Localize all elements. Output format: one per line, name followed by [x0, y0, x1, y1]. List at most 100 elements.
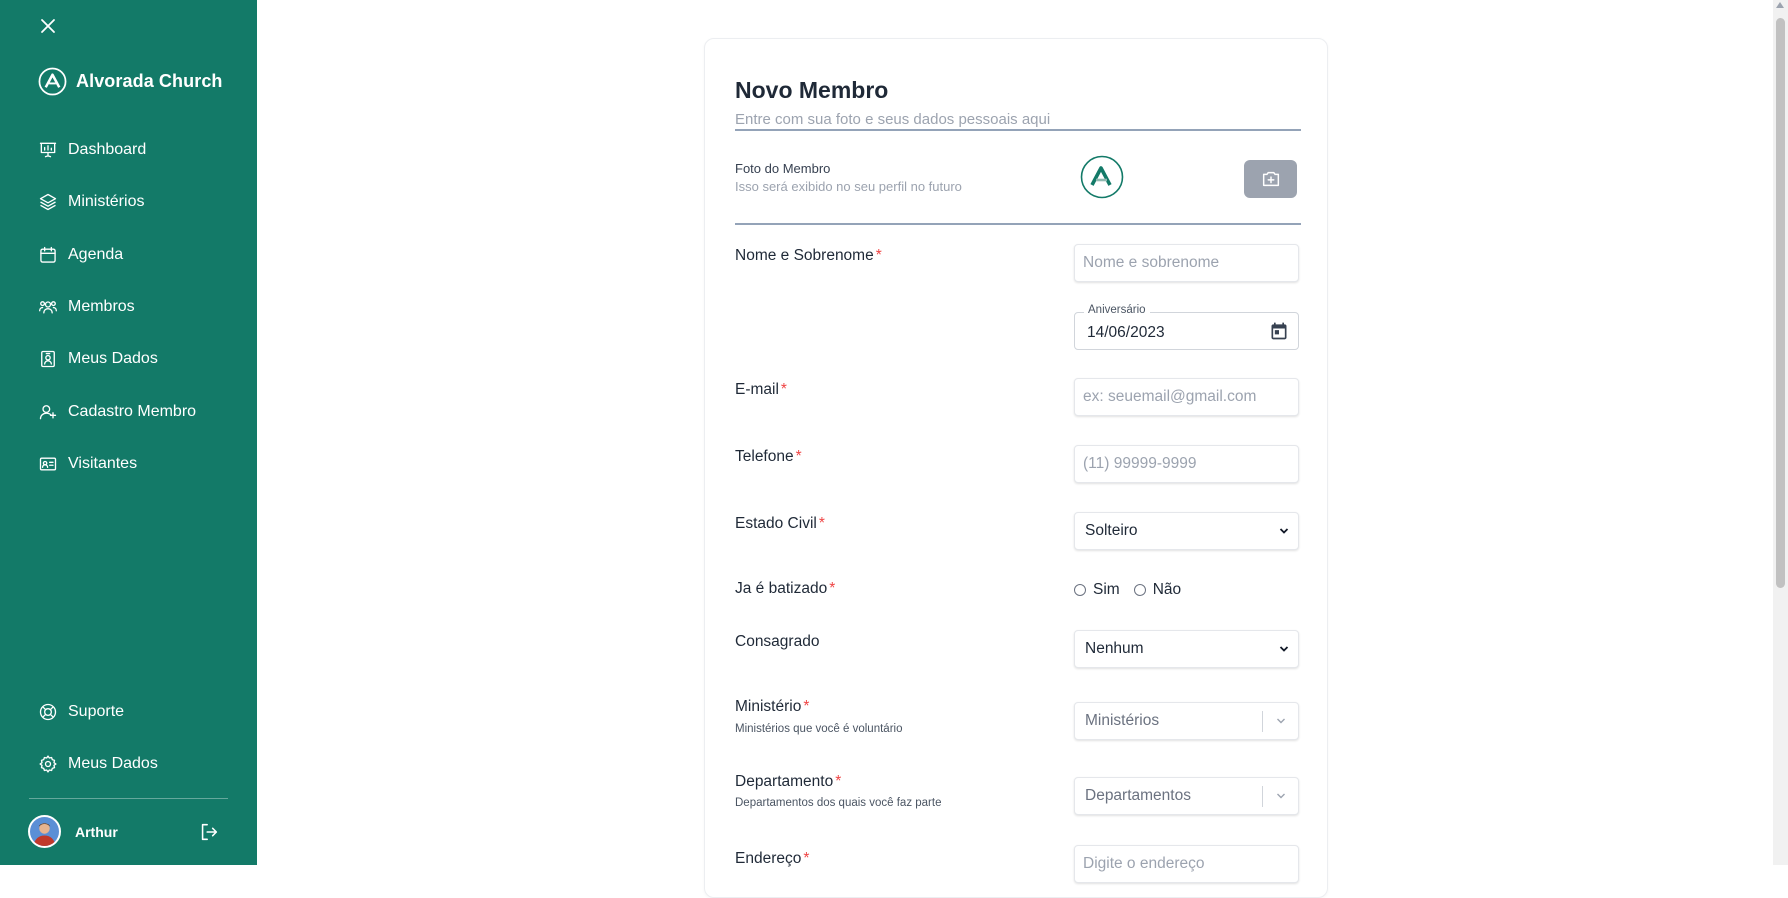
sidebar-item-label: Dashboard [68, 141, 147, 159]
gear-icon [39, 755, 57, 774]
layers-icon [39, 194, 57, 211]
radio-label: Sim [1093, 581, 1120, 598]
sidebar-item-agenda[interactable]: Agenda [38, 229, 196, 281]
required-marker: * [835, 773, 842, 790]
new-member-card: Novo Membro Entre com sua foto e seus da… [704, 38, 1328, 898]
baptized-radio-group: Sim Não [1074, 581, 1181, 599]
sidebar-divider [29, 798, 228, 799]
department-placeholder: Departamentos [1085, 787, 1191, 804]
sidebar-item-label: Meus Dados [68, 350, 158, 368]
brand[interactable]: Alvorada Church [38, 67, 223, 96]
email-label-text: E-mail [735, 381, 779, 398]
avatar-image [30, 817, 59, 846]
civil-status-label-text: Estado Civil [735, 515, 817, 532]
department-label-text: Departamento [735, 773, 834, 790]
avatar[interactable] [28, 815, 61, 848]
photo-label: Foto do Membro [735, 161, 831, 176]
required-marker: * [829, 580, 836, 597]
consecrated-select[interactable]: Nenhum [1074, 630, 1299, 668]
email-label: E-mail * [735, 381, 787, 399]
birthday-field[interactable]: Aniversário 14/06/2023 [1074, 304, 1299, 350]
sidebar-item-suporte[interactable]: Suporte [38, 686, 158, 738]
close-icon[interactable] [36, 14, 60, 38]
address-input[interactable] [1074, 845, 1299, 883]
consecrated-value: Nenhum [1085, 640, 1144, 657]
department-hint: Departamentos dos quais você faz parte [735, 797, 942, 809]
sidebar-item-label: Suporte [68, 703, 125, 721]
scroll-up-arrow-icon[interactable] [1776, 2, 1784, 8]
user-name: Arthur [75, 823, 118, 840]
page-title: Novo Membro [735, 77, 889, 103]
radio-circle [1133, 584, 1146, 596]
sidebar-item-membros[interactable]: Membros [38, 281, 196, 333]
email-input[interactable] [1074, 378, 1299, 416]
department-multiselect[interactable]: Departamentos [1074, 777, 1299, 815]
required-marker: * [875, 247, 882, 264]
sidebar-item-cadastro-membro[interactable]: Cadastro Membro [38, 385, 196, 437]
logout-icon[interactable] [198, 821, 220, 843]
name-label: Nome e Sobrenome * [735, 247, 882, 265]
chevron-down-icon [1277, 718, 1285, 724]
page-subtitle: Entre com sua foto e seus dados pessoais… [735, 111, 1051, 128]
name-input[interactable] [1074, 244, 1299, 282]
sidebar-nav: Dashboard Ministérios Agenda Membros Meu… [38, 124, 196, 490]
brand-name: Alvorada Church [76, 71, 223, 91]
required-marker: * [803, 698, 810, 715]
civil-status-label: Estado Civil * [735, 515, 825, 533]
baptized-yes-radio[interactable]: Sim [1074, 581, 1120, 599]
id-card-icon [39, 457, 57, 471]
chevron-down-icon [1279, 528, 1289, 534]
department-label: Departamento * [735, 773, 841, 791]
page-scrollbar[interactable] [1773, 0, 1788, 865]
civil-status-select[interactable]: Solteiro [1074, 512, 1299, 550]
sidebar-item-label: Meus Dados [68, 755, 158, 773]
required-marker: * [803, 850, 810, 867]
ministry-label: Ministério * [735, 698, 809, 716]
sidebar-item-dashboard[interactable]: Dashboard [38, 124, 196, 176]
scrollbar-thumb[interactable] [1776, 18, 1785, 588]
dashboard-icon [39, 142, 57, 158]
sidebar-item-visitantes[interactable]: Visitantes [38, 438, 196, 490]
sidebar-item-label: Agenda [68, 245, 124, 263]
sidebar-item-meus-dados[interactable]: Meus Dados [38, 333, 196, 385]
sidebar-item-label: Visitantes [68, 454, 138, 472]
lifebuoy-icon [39, 703, 57, 721]
civil-status-value: Solteiro [1085, 522, 1138, 539]
required-marker: * [818, 515, 825, 532]
ministry-label-text: Ministério [735, 698, 802, 715]
select-separator [1262, 786, 1263, 807]
baptized-label-text: Ja é batizado [735, 580, 828, 597]
photo-divider [735, 223, 1301, 225]
birthday-value: 14/06/2023 [1087, 324, 1165, 341]
sidebar-item-label: Ministérios [68, 193, 145, 211]
ministry-multiselect[interactable]: Ministérios [1074, 702, 1299, 740]
sidebar: Alvorada Church Dashboard Ministérios Ag… [0, 0, 257, 865]
user-profile: Arthur [28, 815, 220, 848]
radio-label: Não [1152, 581, 1182, 598]
address-label-text: Endereço [735, 850, 802, 867]
date-picker-icon[interactable] [1269, 321, 1289, 341]
required-marker: * [780, 381, 787, 398]
address-label: Endereço * [735, 850, 809, 868]
phone-input[interactable] [1074, 445, 1299, 483]
sidebar-item-ministerios[interactable]: Ministérios [38, 176, 196, 228]
member-photo-placeholder-icon [1080, 155, 1124, 199]
baptized-no-radio[interactable]: Não [1133, 581, 1182, 599]
header-divider [735, 129, 1301, 131]
photo-hint: Isso será exibido no seu perfil no futur… [735, 179, 962, 194]
user-plus-icon [39, 404, 57, 419]
ministry-hint: Ministérios que você é voluntário [735, 723, 903, 735]
name-label-text: Nome e Sobrenome [735, 247, 874, 264]
sidebar-item-settings[interactable]: Meus Dados [38, 738, 158, 790]
camera-plus-icon [1262, 171, 1279, 187]
sidebar-bottom-nav: Suporte Meus Dados [38, 686, 158, 791]
sidebar-item-label: Cadastro Membro [68, 402, 197, 420]
birthday-legend: Aniversário [1084, 304, 1150, 316]
ministry-placeholder: Ministérios [1085, 712, 1160, 729]
upload-photo-button[interactable] [1244, 160, 1297, 198]
church-logo-icon [38, 67, 67, 96]
chevron-down-icon [1277, 793, 1285, 799]
calendar-icon [40, 246, 56, 263]
consecrated-label-text: Consagrado [735, 633, 820, 650]
consecrated-label: Consagrado [735, 633, 819, 651]
